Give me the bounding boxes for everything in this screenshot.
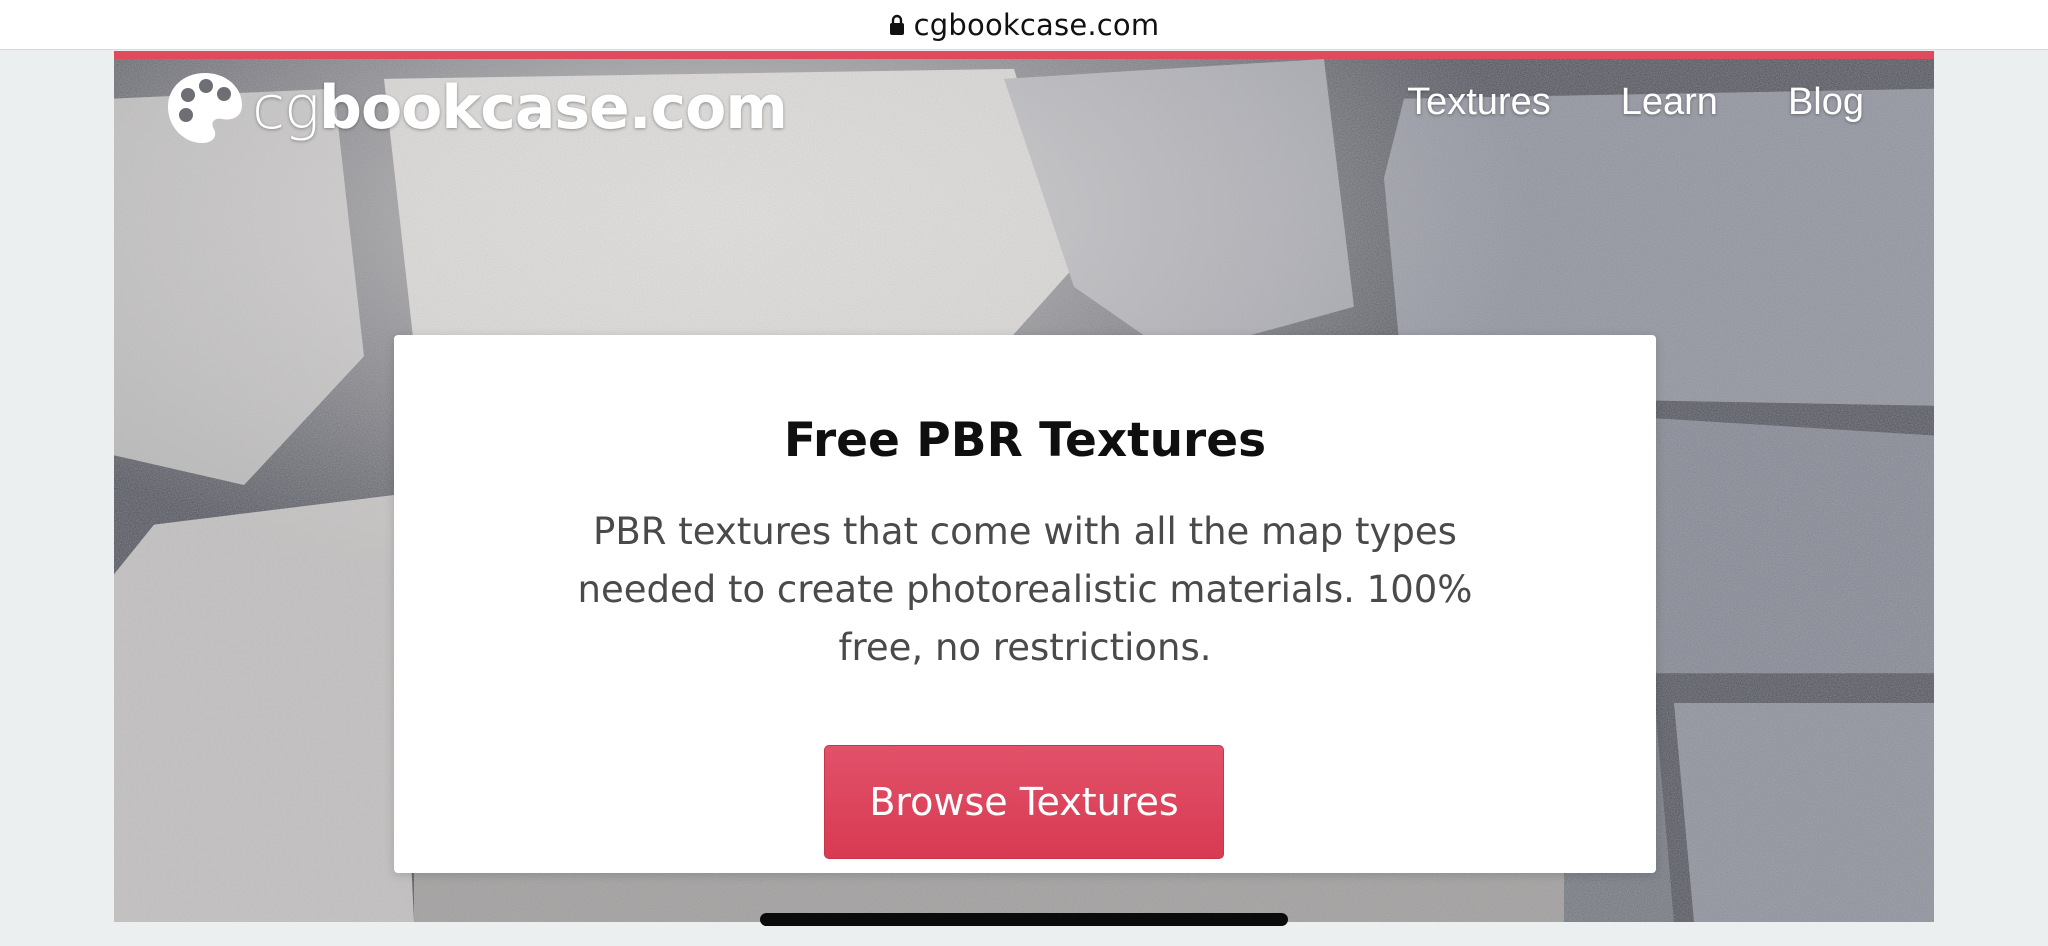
browser-address-bar[interactable]: cgbookcase.com (0, 0, 2048, 50)
logo-text-tld: .com (628, 73, 788, 143)
logo-text-light: cg (252, 73, 320, 143)
page: cgbookcase.com Textures Learn Blog Free … (0, 51, 2048, 946)
site-logo[interactable]: cgbookcase.com (164, 67, 788, 149)
home-indicator[interactable] (760, 913, 1288, 926)
hero-title: Free PBR Textures (783, 413, 1267, 468)
logo-text-bold: bookcase (319, 73, 630, 143)
hero-description: PBR textures that come with all the map … (577, 510, 1473, 669)
lock-icon (889, 14, 904, 35)
address-url-group[interactable]: cgbookcase.com (889, 8, 1160, 42)
address-url[interactable]: cgbookcase.com (914, 8, 1160, 42)
nav-link-learn[interactable]: Learn (1621, 81, 1718, 124)
main-nav: Textures Learn Blog (1407, 81, 1864, 124)
hero-section: cgbookcase.com Textures Learn Blog Free … (114, 51, 1934, 922)
browse-textures-button[interactable]: Browse Textures (824, 745, 1224, 859)
nav-link-blog[interactable]: Blog (1788, 81, 1864, 124)
hero-card: Free PBR Textures PBR textures that come… (394, 335, 1656, 873)
site-header: cgbookcase.com Textures Learn Blog (114, 59, 1934, 159)
logo-wordmark: cgbookcase.com (252, 78, 788, 138)
palette-icon (168, 73, 242, 143)
nav-link-textures[interactable]: Textures (1407, 81, 1551, 124)
